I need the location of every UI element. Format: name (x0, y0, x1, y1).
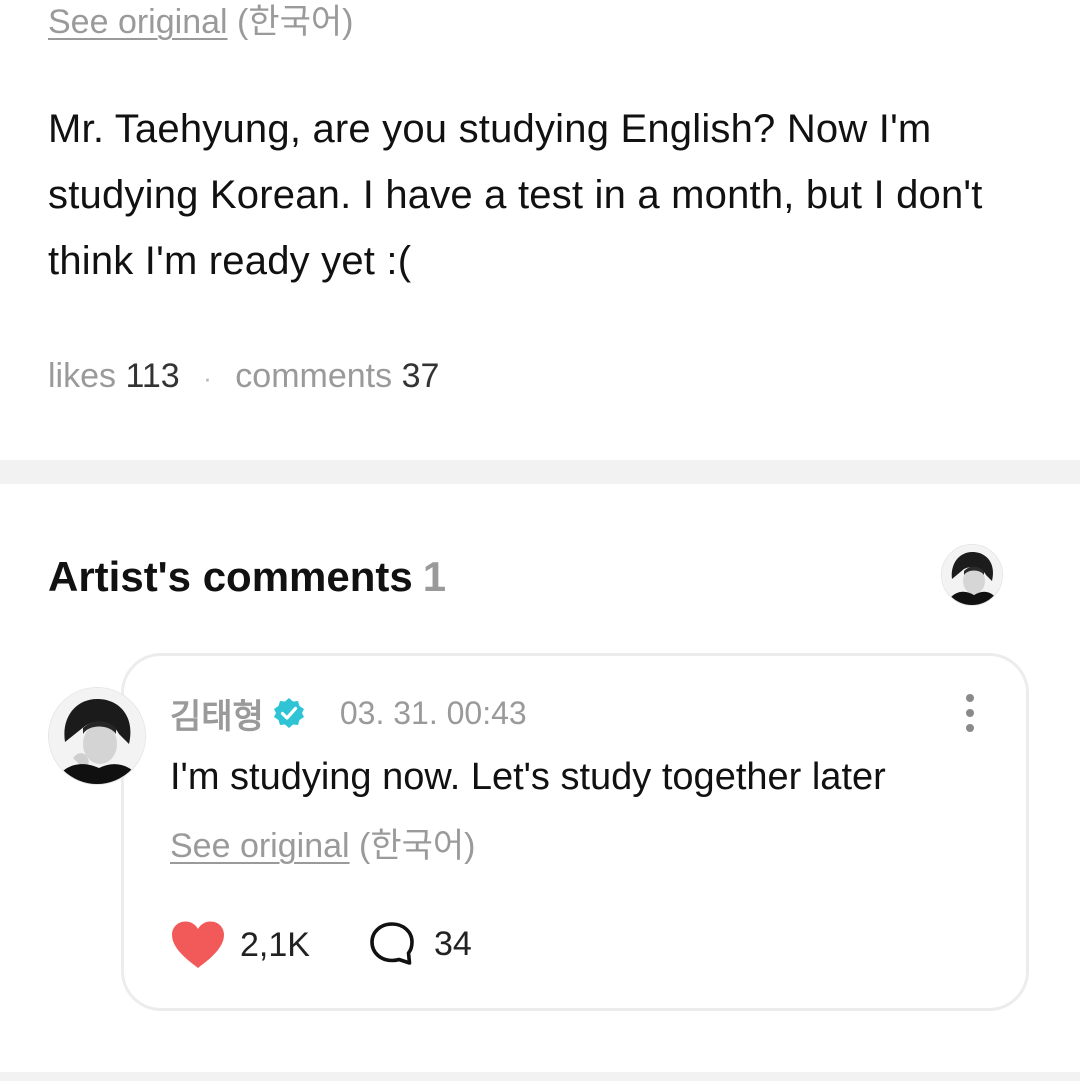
more-vertical-icon (966, 709, 974, 717)
comment-see-original: See original (한국어) (170, 822, 476, 870)
section-divider (0, 460, 1080, 484)
more-options-button[interactable] (950, 690, 990, 736)
reply-count: 34 (434, 924, 472, 963)
comments-label[interactable]: comments (235, 357, 392, 395)
avatar-image (49, 688, 145, 784)
comment-see-original-link[interactable]: See original (170, 827, 350, 865)
avatar-image (942, 545, 1002, 605)
post-see-original: See original (한국어) (48, 0, 354, 44)
post-see-original-link[interactable]: See original (48, 3, 228, 41)
artist-comments-header: Artist's comments 1 (48, 550, 446, 604)
artist-comments-title: Artist's comments (48, 553, 413, 600)
more-vertical-icon (966, 694, 974, 702)
like-count: 2,1K (240, 925, 310, 964)
post-body-text: Mr. Taehyung, are you studying English? … (48, 107, 983, 283)
comment-author-avatar[interactable] (48, 687, 146, 785)
reply-button[interactable]: 34 (368, 920, 472, 968)
comments-count[interactable]: 37 (402, 357, 440, 395)
section-divider-bottom (0, 1072, 1080, 1081)
more-vertical-icon (966, 724, 974, 732)
stats-separator: · (203, 363, 212, 393)
likes-count: 113 (125, 357, 180, 395)
comment-timestamp: 03. 31. 00:43 (339, 694, 527, 731)
comment-author-name[interactable]: 김태형 (170, 689, 264, 738)
comment-see-original-lang: (한국어) (359, 827, 476, 865)
heart-icon (172, 921, 224, 968)
artist-avatar-small[interactable] (941, 544, 1003, 606)
like-button[interactable]: 2,1K (170, 920, 310, 970)
comment-text: I'm studying now. Let's study together l… (170, 756, 886, 798)
post-stats: likes 113 · comments 37 (48, 352, 439, 402)
speech-bubble-icon (370, 922, 414, 965)
post-see-original-lang: (한국어) (237, 3, 354, 41)
verified-badge-icon (272, 696, 306, 730)
likes-label: likes (48, 357, 117, 395)
artist-comments-count: 1 (422, 553, 447, 600)
comment-meta: 김태형 03. 31. 00:43 (170, 690, 527, 736)
